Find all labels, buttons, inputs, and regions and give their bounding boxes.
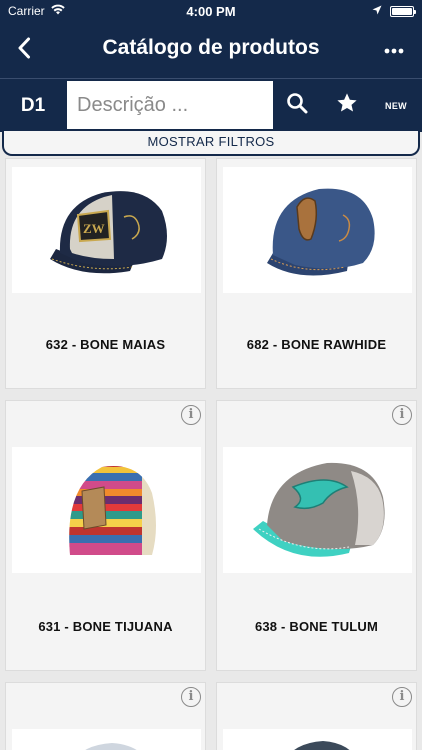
cap-image [267,188,375,276]
info-icon[interactable]: i [181,687,201,707]
info-icon[interactable]: i [392,687,412,707]
product-image [223,167,412,293]
back-icon [17,37,31,64]
more-icon [384,41,404,59]
page-title: Catálogo de produtos [102,36,320,59]
product-name: 682 - BONE RAWHIDE [246,337,387,352]
show-filters-button[interactable]: MOSTRAR FILTROS [2,131,420,156]
product-image [223,447,412,573]
battery-icon [390,5,416,17]
cap-image [85,743,137,750]
info-icon[interactable]: i [181,405,201,425]
product-name: 631 - BONE TIJUANA [38,619,173,634]
back-button[interactable] [8,34,40,66]
more-button[interactable] [378,34,410,66]
cap-image [253,462,385,557]
search-bar: D1 NEW [0,78,422,132]
svg-text:ZW: ZW [83,221,105,236]
new-products-button[interactable]: NEW [374,79,418,132]
department-selector[interactable]: D1 [0,79,66,132]
product-image [12,729,201,750]
product-card[interactable]: i [5,682,206,750]
cap-image [294,741,350,750]
product-name: 632 - BONE MAIAS [45,337,166,352]
product-image: ZW [12,167,201,293]
product-image [223,729,412,750]
search-icon [286,92,308,119]
product-card[interactable]: ZW 632 - BONE MAIAS [5,158,206,389]
status-bar: Carrier 4:00 PM [0,0,422,22]
product-card[interactable]: i 638 - BONE TULUM [216,400,417,671]
clock: 4:00 PM [186,4,236,19]
product-card[interactable]: i [216,682,417,750]
favorites-button[interactable] [326,79,368,132]
product-card[interactable]: 682 - BONE RAWHIDE [216,158,417,389]
cap-image: ZW [50,191,168,274]
status-right [372,4,416,18]
product-name: 638 - BONE TULUM [254,619,379,634]
search-input[interactable] [67,81,273,129]
product-image [12,447,201,573]
info-icon[interactable]: i [392,405,412,425]
location-icon [372,4,382,18]
star-icon [336,92,358,119]
header: Carrier 4:00 PM Catálogo de produtos [0,0,422,78]
product-card[interactable]: i [5,400,206,671]
search-button[interactable] [276,79,318,132]
cap-image [69,466,156,556]
nav-bar: Catálogo de produtos [0,22,422,78]
